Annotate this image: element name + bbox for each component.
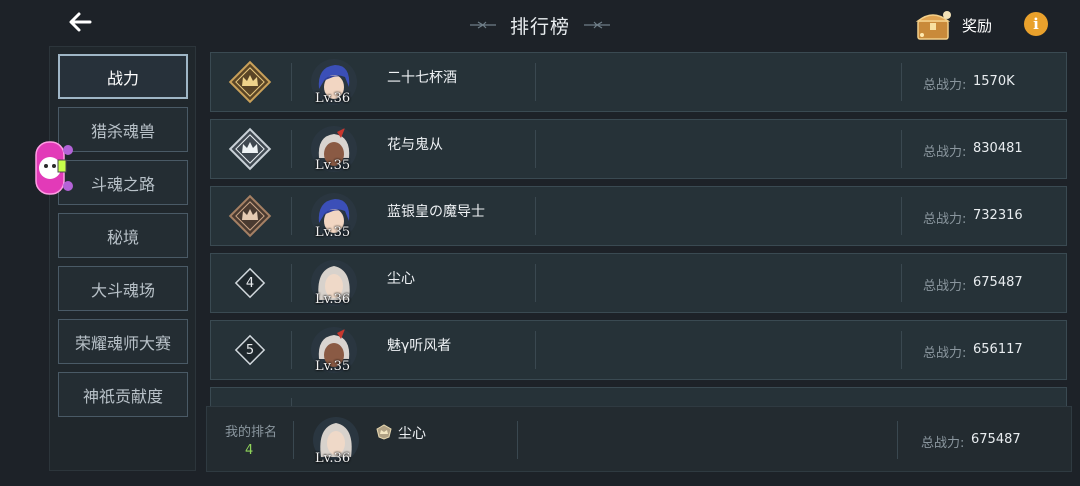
- divider: [535, 264, 536, 302]
- gold-crown-badge-icon: [228, 60, 272, 104]
- player-name: 二十七杯酒: [387, 70, 457, 86]
- ranking-row[interactable]: Lv.36 二十七杯酒 总战力: 1570K: [210, 52, 1067, 112]
- player-level: Lv.36: [315, 292, 351, 307]
- divider: [901, 197, 902, 235]
- my-rank-value: 4: [245, 443, 254, 458]
- tab-soul-road[interactable]: 斗魂之路: [58, 160, 188, 205]
- bronze-crown-badge-icon: [228, 194, 272, 238]
- divider: [901, 331, 902, 369]
- title-group: 排行榜: [460, 10, 620, 40]
- ranking-row[interactable]: 5 Lv.35 魅γ听风者 总战力: 656117: [210, 320, 1067, 380]
- back-arrow-icon: [69, 12, 92, 32]
- rank-number: 4: [245, 275, 255, 291]
- reward-label: 奖励: [962, 16, 993, 35]
- page-title: 排行榜: [509, 15, 570, 38]
- tab-secret-realm[interactable]: 秘境: [58, 213, 188, 258]
- tab-deity-contribution[interactable]: 神祇贡献度: [58, 372, 188, 417]
- divider: [535, 197, 536, 235]
- ranking-row[interactable]: Lv.35 蓝银皇の魔导士 总战力: 732316: [210, 186, 1067, 246]
- divider: [535, 63, 536, 101]
- divider: [291, 197, 292, 235]
- rank-badge: 4: [211, 254, 289, 312]
- silver-crown-badge-icon: [228, 127, 272, 171]
- divider: [291, 264, 292, 302]
- reward-button[interactable]: 奖励: [914, 6, 1010, 44]
- power-value: 675487: [973, 275, 1023, 290]
- player-level: Lv.35: [315, 359, 351, 374]
- power-label: 总战力:: [923, 212, 967, 227]
- player-level: Lv.36: [315, 91, 351, 106]
- ranking-row[interactable]: 4 Lv.36 尘心 总战力: 675487: [210, 253, 1067, 313]
- tab-grand-arena[interactable]: 大斗魂场: [58, 266, 188, 311]
- power-label: 总战力:: [923, 279, 967, 294]
- number-diamond-badge: 4: [233, 266, 267, 300]
- rank-emblem-icon: [376, 424, 392, 440]
- ranking-list[interactable]: Lv.36 二十七杯酒 总战力: 1570K Lv.35 花与鬼从 总战力: 8…: [206, 46, 1072, 406]
- rank-badge: [211, 120, 289, 178]
- my-rank-bar: 我的排名 4 Lv.36 尘心 总战力: 675487: [206, 406, 1072, 472]
- treasure-chest-icon: [915, 11, 951, 40]
- power-value: 1570K: [973, 74, 1015, 89]
- power-label: 总战力:: [923, 145, 967, 160]
- player-name: 尘心: [387, 271, 415, 287]
- player-level: Lv.35: [315, 158, 351, 173]
- my-power-value: 675487: [971, 432, 1021, 447]
- rank-number: 5: [245, 342, 255, 358]
- power-label: 总战力:: [923, 346, 967, 361]
- divider: [897, 421, 898, 459]
- divider: [535, 331, 536, 369]
- category-sidebar: 战力 猎杀魂兽 斗魂之路 秘境 大斗魂场 荣耀魂师大赛 神祇贡献度: [49, 46, 196, 471]
- player-name: 蓝银皇の魔导士: [387, 204, 485, 220]
- floating-assistant-icon[interactable]: [34, 140, 76, 196]
- ranking-row-partial[interactable]: [210, 387, 1067, 406]
- ranking-row[interactable]: Lv.35 花与鬼从 总战力: 830481: [210, 119, 1067, 179]
- number-diamond-badge: 5: [233, 333, 267, 367]
- tab-hunt-beasts[interactable]: 猎杀魂兽: [58, 107, 188, 152]
- player-name: 魅γ听风者: [387, 338, 452, 354]
- my-level: Lv.36: [315, 451, 351, 466]
- back-button[interactable]: [66, 8, 98, 36]
- top-bar: 排行榜 奖励 i: [0, 0, 1080, 48]
- rank-badge: [211, 187, 289, 245]
- title-right-ornament-icon: [584, 21, 610, 29]
- divider: [901, 63, 902, 101]
- divider: [901, 130, 902, 168]
- divider: [291, 63, 292, 101]
- info-icon[interactable]: i: [1024, 12, 1048, 36]
- divider: [293, 421, 294, 459]
- power-value: 732316: [973, 208, 1023, 223]
- divider: [291, 398, 292, 406]
- player-name: 花与鬼从: [387, 137, 443, 153]
- power-value: 656117: [973, 342, 1023, 357]
- title-left-ornament-icon: [469, 21, 496, 29]
- divider: [517, 421, 518, 459]
- power-label: 总战力:: [923, 78, 967, 93]
- divider: [291, 130, 292, 168]
- divider: [535, 130, 536, 168]
- rank-badge: 5: [211, 321, 289, 379]
- rank-badge: [211, 53, 289, 111]
- player-level: Lv.35: [315, 225, 351, 240]
- my-rank-label: 我的排名: [225, 425, 278, 440]
- my-power-label: 总战力:: [921, 436, 965, 451]
- divider: [901, 264, 902, 302]
- divider: [291, 331, 292, 369]
- power-value: 830481: [973, 141, 1023, 156]
- tab-power[interactable]: 战力: [58, 54, 188, 99]
- my-name: 尘心: [398, 426, 426, 442]
- tab-glory-tournament[interactable]: 荣耀魂师大赛: [58, 319, 188, 364]
